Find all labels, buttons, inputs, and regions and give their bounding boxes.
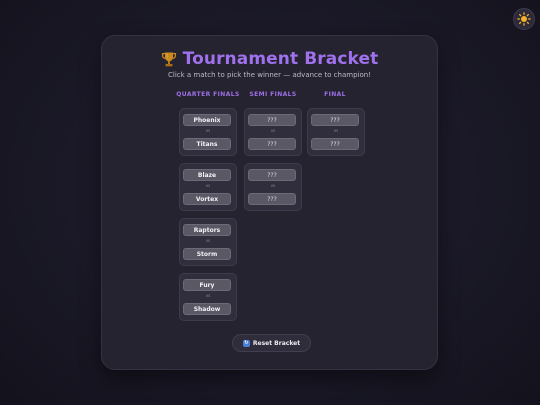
team-slot[interactable]: ???: [248, 169, 296, 181]
team-slot[interactable]: ???: [248, 138, 296, 150]
match-semi-final-1[interactable]: ??? vs ???: [244, 108, 302, 156]
title-text: Tournament Bracket: [182, 49, 379, 69]
match-quarter-final-3[interactable]: Raptors vs Storm: [179, 218, 237, 266]
column-header-quarter-finals: QUARTER FINALS: [176, 91, 240, 98]
reset-button-label: Reset Bracket: [252, 339, 301, 347]
page-title: Tournament Bracket: [102, 49, 437, 69]
vs-label: vs: [205, 293, 211, 298]
team-slot[interactable]: Storm: [183, 248, 231, 260]
team-slot[interactable]: Shadow: [183, 303, 231, 315]
match-quarter-final-2[interactable]: Blaze vs Vortex: [179, 163, 237, 211]
vs-label: vs: [205, 183, 211, 188]
team-slot[interactable]: ???: [311, 138, 359, 150]
match-quarter-final-4[interactable]: Fury vs Shadow: [179, 273, 237, 321]
team-slot[interactable]: Raptors: [183, 224, 231, 236]
team-slot[interactable]: Blaze: [183, 169, 231, 181]
match-final[interactable]: ??? vs ???: [307, 108, 365, 156]
column-header-final: FINAL: [324, 91, 346, 98]
vs-label: vs: [333, 128, 339, 133]
match-quarter-final-1[interactable]: Phoenix vs Titans: [179, 108, 237, 156]
team-slot[interactable]: ???: [311, 114, 359, 126]
trophy-icon: [161, 52, 176, 66]
team-slot[interactable]: Phoenix: [183, 114, 231, 126]
refresh-icon: ↻: [242, 339, 250, 347]
vs-label: vs: [205, 238, 211, 243]
match-semi-final-2[interactable]: ??? vs ???: [244, 163, 302, 211]
reset-bracket-button[interactable]: ↻ Reset Bracket: [232, 334, 311, 352]
vs-label: vs: [270, 128, 276, 133]
theme-toggle-button[interactable]: [513, 8, 535, 30]
sun-icon: [517, 12, 531, 26]
subtitle: Click a match to pick the winner — advan…: [168, 71, 371, 79]
column-header-semi-finals: SEMI FINALS: [249, 91, 297, 98]
team-slot[interactable]: Titans: [183, 138, 231, 150]
team-slot[interactable]: Fury: [183, 279, 231, 291]
team-slot[interactable]: Vortex: [183, 193, 231, 205]
team-slot[interactable]: ???: [248, 193, 296, 205]
team-slot[interactable]: ???: [248, 114, 296, 126]
vs-label: vs: [270, 183, 276, 188]
bracket-card: Tournament Bracket Click a match to pick…: [101, 35, 438, 370]
vs-label: vs: [205, 128, 211, 133]
